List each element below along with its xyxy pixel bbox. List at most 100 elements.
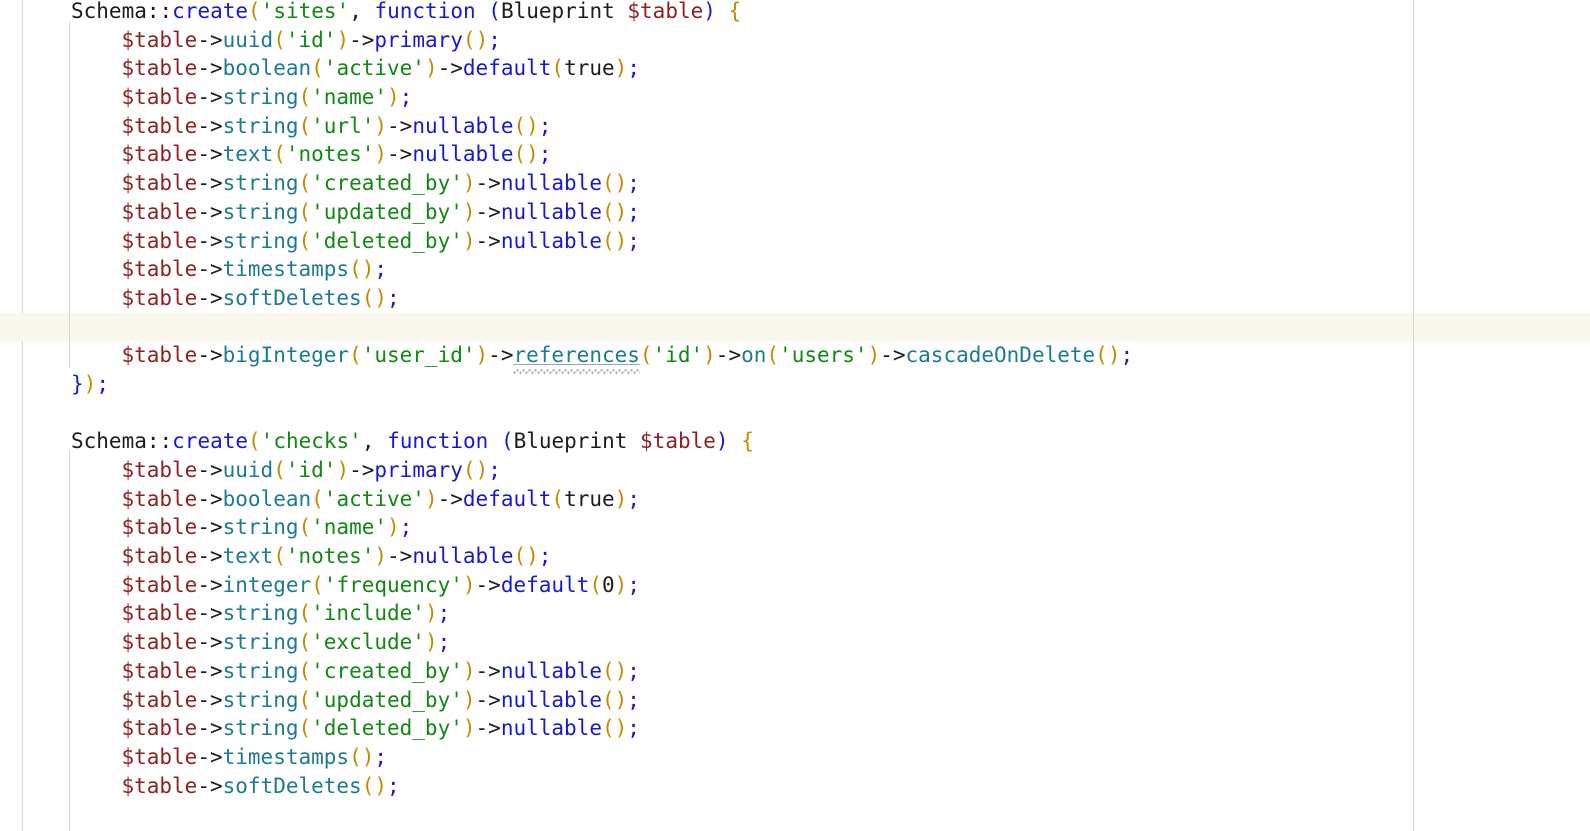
code-line[interactable]: $table->timestamps(); bbox=[0, 255, 1590, 284]
code-line[interactable]: $table->string('created_by')->nullable()… bbox=[0, 657, 1590, 686]
code-token: -> bbox=[349, 27, 375, 52]
code-line[interactable]: $table->string('updated_by')->nullable()… bbox=[0, 198, 1590, 227]
code-token: 'users' bbox=[779, 343, 868, 368]
code-token: ) bbox=[1107, 343, 1121, 368]
code-token: ( bbox=[462, 27, 476, 52]
code-line[interactable]: $table->string('name'); bbox=[0, 83, 1590, 112]
code-line[interactable]: $table->string('updated_by')->nullable()… bbox=[0, 686, 1590, 715]
code-line[interactable]: $table->string('url')->nullable(); bbox=[0, 112, 1590, 141]
code-token: ) bbox=[374, 113, 388, 138]
code-token: Schema bbox=[71, 429, 147, 454]
code-token: -> bbox=[475, 658, 501, 683]
code-token: ( bbox=[273, 458, 286, 482]
code-token: -> bbox=[197, 85, 223, 110]
code-token: -> bbox=[387, 142, 413, 167]
code-token: ( bbox=[601, 228, 615, 253]
code-token: ; bbox=[374, 257, 388, 282]
code-token: nullable bbox=[500, 687, 602, 712]
code-token: -> bbox=[475, 228, 501, 253]
code-text-layer[interactable]: Schema::create('sites', function (Bluepr… bbox=[0, 0, 1590, 831]
code-token: -> bbox=[197, 486, 223, 511]
code-token: ( bbox=[500, 429, 514, 454]
code-line[interactable]: $table->uuid('id')->primary(); bbox=[0, 26, 1590, 55]
code-token: ; bbox=[538, 142, 552, 167]
code-token: nullable bbox=[500, 199, 602, 224]
code-line[interactable] bbox=[0, 800, 1590, 829]
code-token: -> bbox=[197, 228, 223, 253]
code-line[interactable]: $table->text('notes')->nullable(); bbox=[0, 542, 1590, 571]
code-token: on bbox=[741, 343, 767, 368]
code-token: ( bbox=[361, 285, 375, 310]
code-token: ) bbox=[614, 572, 628, 597]
code-token: 'created_by' bbox=[311, 658, 463, 683]
code-token: boolean bbox=[222, 486, 312, 511]
code-token: ) bbox=[83, 371, 97, 396]
code-token: string bbox=[222, 716, 299, 741]
code-token: 'url' bbox=[311, 113, 375, 138]
code-token: $table bbox=[121, 199, 198, 224]
code-token: ( bbox=[589, 572, 602, 597]
code-token: create bbox=[172, 0, 249, 23]
code-line[interactable]: }); bbox=[0, 370, 1590, 399]
code-token: ( bbox=[298, 515, 312, 540]
code-token: -> bbox=[437, 56, 463, 81]
code-token: -> bbox=[475, 687, 501, 712]
code-token: ( bbox=[601, 171, 615, 196]
code-line[interactable]: $table->string('created_by')->nullable()… bbox=[0, 169, 1590, 198]
code-token: ( bbox=[349, 257, 362, 282]
code-line[interactable] bbox=[0, 399, 1590, 428]
code-line[interactable]: $table->boolean('active')->default(true)… bbox=[0, 54, 1590, 83]
code-token: -> bbox=[387, 113, 413, 138]
code-token: $table bbox=[121, 744, 198, 769]
code-line[interactable]: $table->integer('frequency')->default(0)… bbox=[0, 571, 1590, 600]
code-line[interactable]: $table->softDeletes(); bbox=[0, 284, 1590, 313]
code-token: $table bbox=[121, 773, 198, 798]
code-line[interactable]: $table->text('notes')->nullable(); bbox=[0, 140, 1590, 169]
code-token: ( bbox=[311, 56, 324, 81]
code-token: $table bbox=[121, 113, 198, 138]
code-line[interactable]: Schema::create('checks', function (Bluep… bbox=[0, 427, 1590, 456]
code-token: primary bbox=[374, 27, 463, 52]
code-line[interactable]: $table->string('name'); bbox=[0, 513, 1590, 542]
code-token: 'deleted_by' bbox=[311, 228, 463, 253]
code-line[interactable]: Schema::create('sites', function (Bluepr… bbox=[0, 0, 1590, 26]
code-token: ; bbox=[627, 171, 640, 196]
code-line[interactable]: $table->bigInteger('user_id')->reference… bbox=[0, 341, 1590, 370]
code-token: -> bbox=[197, 199, 223, 224]
code-token: -> bbox=[197, 458, 223, 482]
code-token: 'updated_by' bbox=[311, 687, 463, 712]
code-token: ) bbox=[462, 228, 476, 253]
code-token: ( bbox=[349, 343, 362, 368]
code-token: -> bbox=[197, 658, 223, 683]
code-line[interactable]: $table->softDeletes(); bbox=[0, 772, 1590, 801]
code-token: $table bbox=[121, 601, 198, 626]
code-token: ( bbox=[298, 716, 312, 741]
code-token: ( bbox=[298, 658, 312, 683]
code-token: -> bbox=[197, 285, 223, 310]
code-token: string bbox=[222, 171, 299, 196]
code-editor[interactable]: Schema::create('sites', function (Bluepr… bbox=[0, 0, 1590, 831]
code-token: $table bbox=[121, 486, 198, 511]
code-token: softDeletes bbox=[222, 773, 362, 798]
code-token: default bbox=[462, 56, 552, 81]
code-token: { bbox=[741, 429, 754, 454]
code-token: true bbox=[564, 56, 615, 81]
code-line[interactable]: $table->string('deleted_by')->nullable()… bbox=[0, 227, 1590, 256]
code-token: ( bbox=[601, 199, 615, 224]
code-token: ( bbox=[488, 0, 501, 23]
code-line[interactable]: $table->boolean('active')->default(true)… bbox=[0, 485, 1590, 514]
code-token: ) bbox=[462, 171, 476, 196]
code-line[interactable]: $table->uuid('id')->primary(); bbox=[0, 456, 1590, 485]
code-line[interactable]: $table->string('deleted_by')->nullable()… bbox=[0, 714, 1590, 743]
code-line[interactable] bbox=[0, 313, 1590, 342]
code-token: string bbox=[222, 658, 299, 683]
code-line[interactable]: $table->string('exclude'); bbox=[0, 628, 1590, 657]
code-token: 'include' bbox=[311, 601, 425, 626]
code-token: cascadeOnDelete bbox=[905, 343, 1096, 368]
code-token: -> bbox=[475, 716, 501, 741]
code-line[interactable]: $table->string('include'); bbox=[0, 599, 1590, 628]
code-token: ( bbox=[639, 343, 653, 368]
code-token: string bbox=[222, 228, 299, 253]
code-line[interactable]: $table->timestamps(); bbox=[0, 743, 1590, 772]
